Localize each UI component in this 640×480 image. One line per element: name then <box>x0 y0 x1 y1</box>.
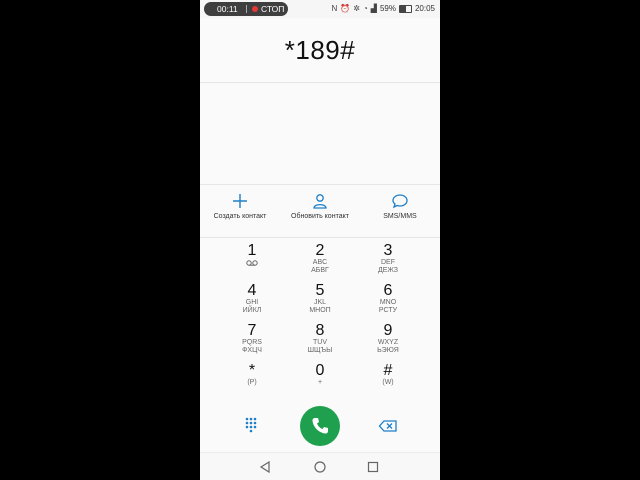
update-contact-button[interactable]: Обновить контакт <box>280 193 360 220</box>
recording-time: 00:11 <box>217 4 238 14</box>
wifi-icon: ◔ <box>362 4 368 13</box>
key-9[interactable]: 9 WXYZ ЬЭЮЯ <box>348 316 428 356</box>
key-hash[interactable]: # (W) <box>348 356 428 396</box>
key-digit: 6 <box>383 282 393 299</box>
back-button[interactable] <box>258 460 272 474</box>
battery-percent: 59% <box>379 4 396 13</box>
dialpad-icon <box>245 417 257 433</box>
key-letters-cyrillic: ДЕЖЗ <box>377 267 399 274</box>
backspace-button[interactable] <box>378 418 398 434</box>
dialer-bottom-bar <box>200 400 440 452</box>
key-6[interactable]: 6 MNO РСТУ <box>348 276 428 316</box>
key-letters-latin: MNO <box>379 299 397 306</box>
number-display: *189# <box>200 18 440 83</box>
person-icon <box>313 194 327 209</box>
home-button[interactable] <box>313 460 327 474</box>
update-contact-label: Обновить контакт <box>291 213 349 220</box>
create-contact-button[interactable]: Создать контакт <box>200 193 280 220</box>
key-digit: 3 <box>383 242 393 259</box>
nfc-icon: N <box>331 4 338 13</box>
clock: 20:05 <box>414 4 435 13</box>
signal-icon: ▟ <box>370 4 377 13</box>
alarm-icon: ⏰ <box>340 4 351 13</box>
dialed-number[interactable]: *189# <box>200 35 440 66</box>
contact-actions: Создать контакт Обновить контакт SMS/MMS <box>200 184 440 238</box>
key-3[interactable]: 3 DEF ДЕЖЗ <box>348 236 428 276</box>
recents-button[interactable] <box>366 460 380 474</box>
dialpad-toggle-button[interactable] <box>238 416 266 436</box>
back-triangle-icon <box>259 460 270 474</box>
key-letters-latin: (W) <box>382 379 394 386</box>
vibrate-icon: ✲ <box>353 4 360 13</box>
sms-mms-button[interactable]: SMS/MMS <box>360 193 440 220</box>
key-letters-cyrillic: РСТУ <box>378 307 398 314</box>
system-navigation-bar <box>200 452 440 480</box>
plus-icon <box>233 194 247 208</box>
status-bar: 00:11 СТОП N ⏰ ✲ ◔ ▟ 59% 20:05 <box>200 0 440 18</box>
phone-screen: 00:11 СТОП N ⏰ ✲ ◔ ▟ 59% 20:05 *189# Соз… <box>200 0 440 480</box>
stop-recording-button[interactable]: СТОП <box>261 2 284 16</box>
chat-bubble-icon <box>392 194 408 209</box>
screen-recording-pill[interactable]: 00:11 СТОП <box>204 2 288 16</box>
key-letters-latin: WXYZ <box>377 339 399 346</box>
record-dot-icon <box>252 6 258 12</box>
sms-mms-label: SMS/MMS <box>383 213 417 220</box>
phone-icon <box>312 418 328 434</box>
key-digit: 9 <box>383 322 393 339</box>
key-letters-latin: DEF <box>381 259 395 266</box>
home-circle-icon <box>314 461 326 473</box>
battery-icon <box>398 5 412 13</box>
key-digit: # <box>383 362 393 379</box>
recents-square-icon <box>367 461 379 473</box>
create-contact-label: Создать контакт <box>213 213 267 220</box>
key-letters-cyrillic: ЬЭЮЯ <box>377 347 399 354</box>
status-icons: N ⏰ ✲ ◔ ▟ 59% 20:05 <box>331 2 435 16</box>
divider <box>246 5 247 13</box>
backspace-icon <box>378 420 397 432</box>
call-button[interactable] <box>300 406 340 446</box>
